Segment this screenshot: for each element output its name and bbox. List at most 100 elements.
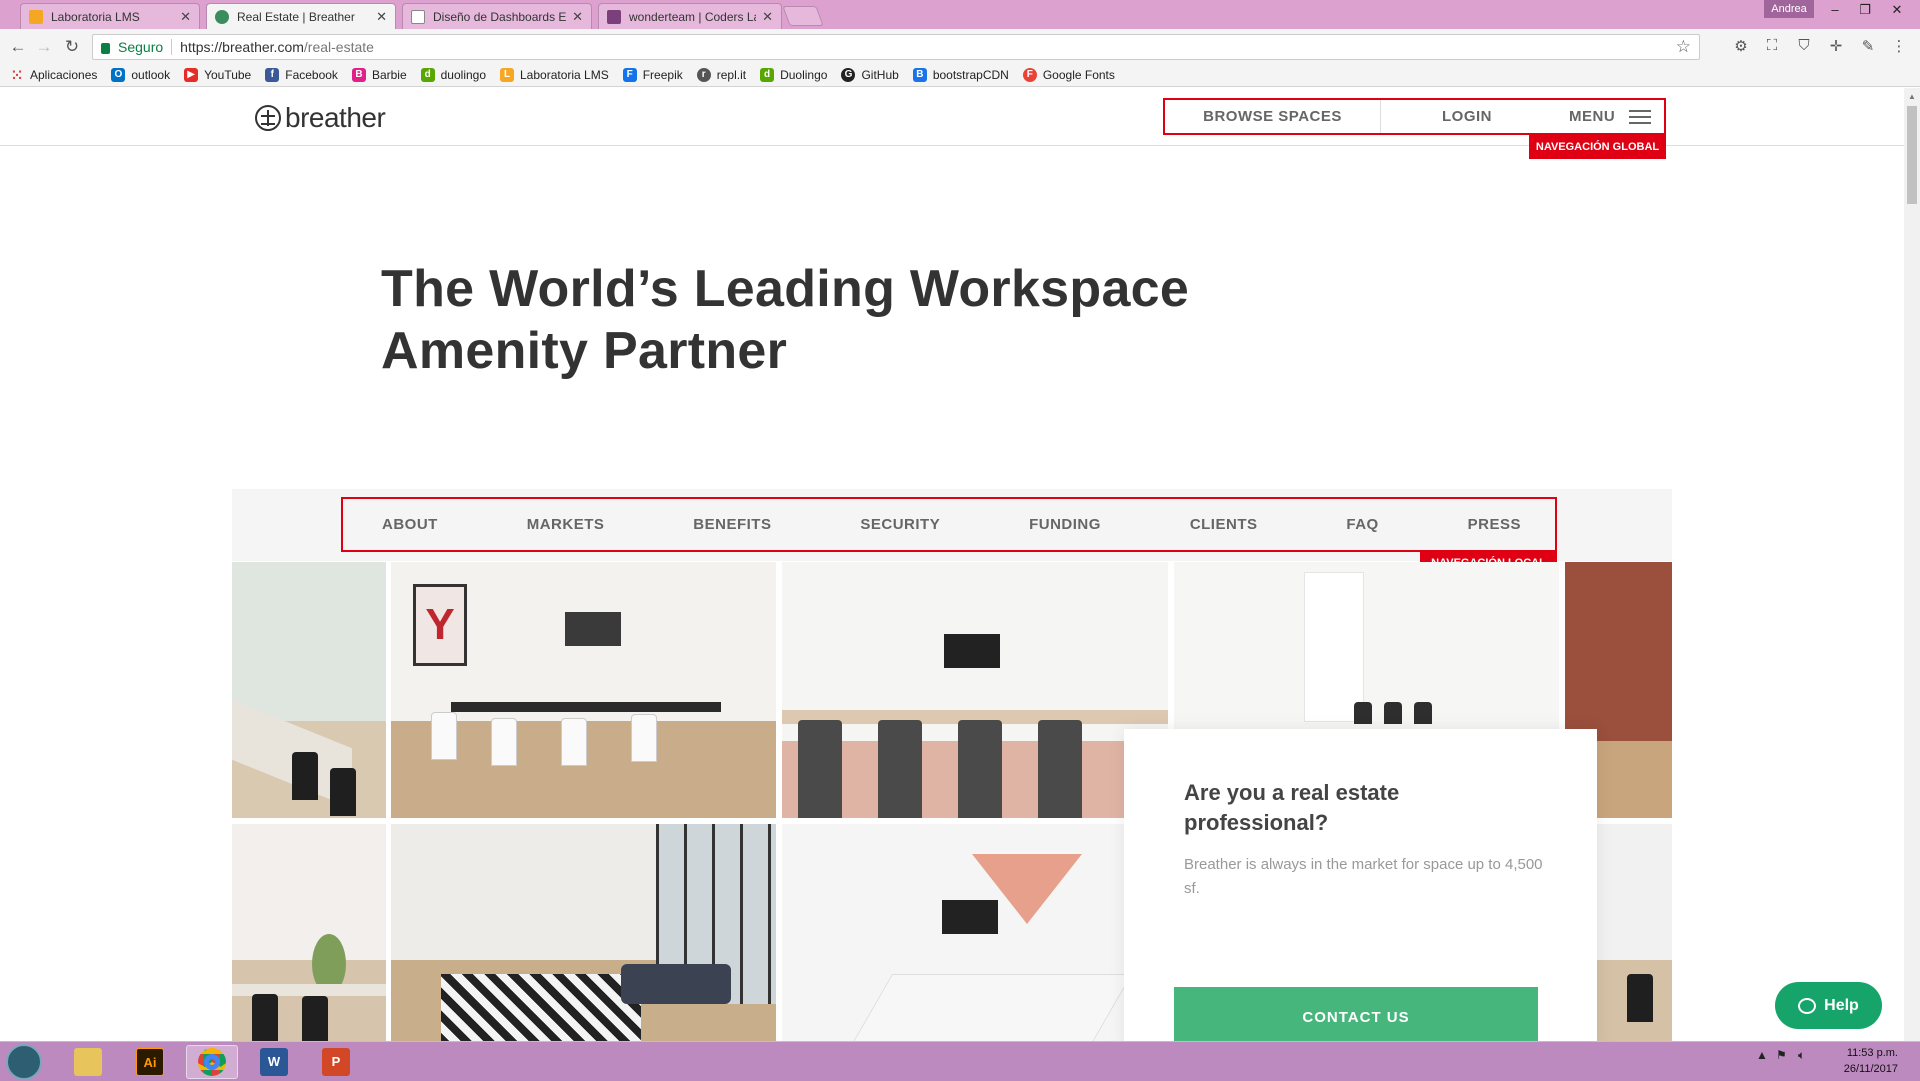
close-icon[interactable]: ✕: [376, 9, 387, 25]
bookmark-freepik[interactable]: F Freepik: [622, 68, 683, 82]
taskbar-powerpoint[interactable]: P: [310, 1045, 362, 1079]
duolingo-icon: d: [420, 68, 435, 82]
action-center-flag-icon[interactable]: ⚑: [1776, 1048, 1787, 1062]
help-chat-button[interactable]: Help: [1775, 982, 1882, 1029]
bookmark-youtube[interactable]: ▶ YouTube: [184, 68, 251, 82]
folder-icon: [74, 1048, 102, 1076]
bookmark-duolingo-2[interactable]: d Duolingo: [760, 68, 827, 82]
page-viewport: breather BROWSE SPACES LOGIN MENU NAVEGA…: [0, 88, 1904, 1041]
photo-tv: [942, 900, 998, 934]
github-icon: G: [841, 68, 856, 82]
browse-spaces-link[interactable]: BROWSE SPACES: [1165, 100, 1381, 133]
bookmark-google-fonts[interactable]: F Google Fonts: [1022, 68, 1115, 82]
profile-user-badge[interactable]: Andrea: [1764, 0, 1814, 18]
tab-diseno-dashboards[interactable]: Diseño de Dashboards E ✕: [402, 3, 592, 29]
scroll-up-arrow-icon[interactable]: ▲: [1908, 92, 1916, 101]
login-link[interactable]: LOGIN: [1381, 100, 1553, 133]
menu-label: MENU: [1569, 108, 1616, 125]
google-fonts-icon: F: [1022, 68, 1037, 82]
bookmark-duolingo[interactable]: d duolingo: [420, 68, 486, 82]
extension-icon[interactable]: ⚙: [1732, 37, 1750, 55]
document-favicon-icon: [411, 9, 425, 24]
volume-icon[interactable]: 🔈︎: [1798, 1048, 1805, 1063]
bookmark-label: Laboratoria LMS: [520, 68, 609, 82]
address-bar[interactable]: Seguro https://breather.com/real-estate …: [92, 34, 1700, 60]
bookmark-outlook[interactable]: Ooutlook: [111, 68, 170, 82]
wall-art-poster: Y: [413, 584, 467, 666]
move-icon[interactable]: ✛: [1827, 37, 1845, 55]
menu-button[interactable]: MENU: [1569, 108, 1652, 125]
scrollbar-thumb[interactable]: [1907, 106, 1917, 204]
local-nav-press[interactable]: PRESS: [1468, 516, 1521, 533]
local-nav-security[interactable]: SECURITY: [860, 516, 940, 533]
tab-laboratoria[interactable]: Laboratoria LMS ✕: [20, 3, 200, 29]
clock-date: 26/11/2017: [1843, 1063, 1898, 1075]
eyedropper-icon[interactable]: ✎: [1859, 37, 1877, 55]
slack-favicon-icon: [607, 9, 621, 24]
url-host: https://breather.com: [180, 39, 304, 55]
local-nav-about[interactable]: ABOUT: [382, 516, 438, 533]
tab-label: Real Estate | Breather: [237, 9, 355, 24]
local-nav-clients[interactable]: CLIENTS: [1190, 516, 1258, 533]
back-arrow-icon[interactable]: ←: [8, 37, 28, 57]
bookmark-label: Barbie: [371, 68, 407, 82]
close-icon[interactable]: ✕: [180, 9, 191, 25]
bookmark-replit[interactable]: r repl.it: [696, 68, 746, 82]
reload-icon[interactable]: ↻: [62, 37, 82, 57]
tray-expand-icon[interactable]: ▲: [1756, 1048, 1768, 1062]
taskbar-file-explorer[interactable]: [62, 1045, 114, 1079]
workspace-photo: [782, 824, 1124, 1041]
bookmark-bootstrapcdn[interactable]: BbootstrapCDN: [912, 68, 1009, 82]
bookmark-github[interactable]: G GitHub: [841, 68, 899, 82]
facebook-icon: f: [265, 68, 280, 82]
screenshot-icon[interactable]: ⛶: [1763, 37, 1781, 55]
local-nav-faq[interactable]: FAQ: [1346, 516, 1378, 533]
close-icon[interactable]: ✕: [572, 9, 583, 25]
start-button[interactable]: [6, 1044, 42, 1080]
close-window-icon[interactable]: ✕: [1882, 0, 1912, 20]
taskbar-chrome[interactable]: [186, 1045, 238, 1079]
bookmark-label: Duolingo: [780, 68, 828, 82]
chat-bubble-icon: [1798, 997, 1817, 1014]
contact-us-button[interactable]: CONTACT US: [1174, 987, 1538, 1041]
bookmark-laboratoria[interactable]: L Laboratoria LMS: [500, 68, 609, 82]
bookmark-barbie[interactable]: B Barbie: [351, 68, 407, 82]
more-menu-icon[interactable]: ⋮: [1890, 37, 1908, 55]
photo-chair: [1038, 720, 1082, 818]
bookmark-star-icon[interactable]: ☆: [1676, 37, 1691, 57]
minimize-icon[interactable]: –: [1820, 0, 1850, 20]
photo-column: [1304, 572, 1364, 722]
photo-chair: [1414, 702, 1432, 724]
bookmark-label: outlook: [131, 68, 171, 82]
shield-icon[interactable]: ⛉: [1795, 37, 1813, 55]
local-nav-funding[interactable]: FUNDING: [1029, 516, 1101, 533]
taskbar-illustrator[interactable]: Ai: [124, 1045, 176, 1079]
duolingo-icon: d: [760, 68, 775, 82]
bookmark-facebook[interactable]: f Facebook: [265, 68, 338, 82]
new-tab-button[interactable]: [782, 6, 824, 26]
help-label: Help: [1824, 996, 1859, 1014]
tab-wonderteam[interactable]: wonderteam | Coders La ✕: [598, 3, 782, 29]
page-scrollbar[interactable]: ▲: [1904, 88, 1920, 1041]
youtube-icon: ▶: [184, 68, 199, 82]
tab-real-estate-breather[interactable]: Real Estate | Breather ✕: [206, 3, 396, 29]
photo-chair: [292, 752, 318, 800]
close-icon[interactable]: ✕: [762, 9, 773, 25]
browser-tab-bar: Laboratoria LMS ✕ Real Estate | Breather…: [0, 0, 1920, 29]
breather-logo-icon: [255, 105, 281, 131]
bookmark-aplicaciones[interactable]: ⁙ Aplicaciones: [10, 68, 97, 82]
photo-table: [851, 974, 1124, 1041]
bookmark-label: duolingo: [440, 68, 486, 82]
local-nav-benefits[interactable]: BENEFITS: [693, 516, 771, 533]
powerpoint-icon: P: [322, 1048, 350, 1076]
breather-logo[interactable]: breather: [255, 102, 386, 134]
photo-chair: [491, 718, 517, 766]
hamburger-menu-icon: [1629, 109, 1652, 124]
system-clock[interactable]: 11:53 p.m. 26/11/2017: [1824, 1045, 1898, 1077]
breather-favicon-icon: [215, 9, 229, 24]
local-nav-markets[interactable]: MARKETS: [527, 516, 605, 533]
divider: [171, 39, 173, 55]
restore-icon[interactable]: ❐: [1850, 0, 1880, 20]
taskbar-word[interactable]: W: [248, 1045, 300, 1079]
forward-arrow-icon[interactable]: →: [34, 37, 54, 57]
